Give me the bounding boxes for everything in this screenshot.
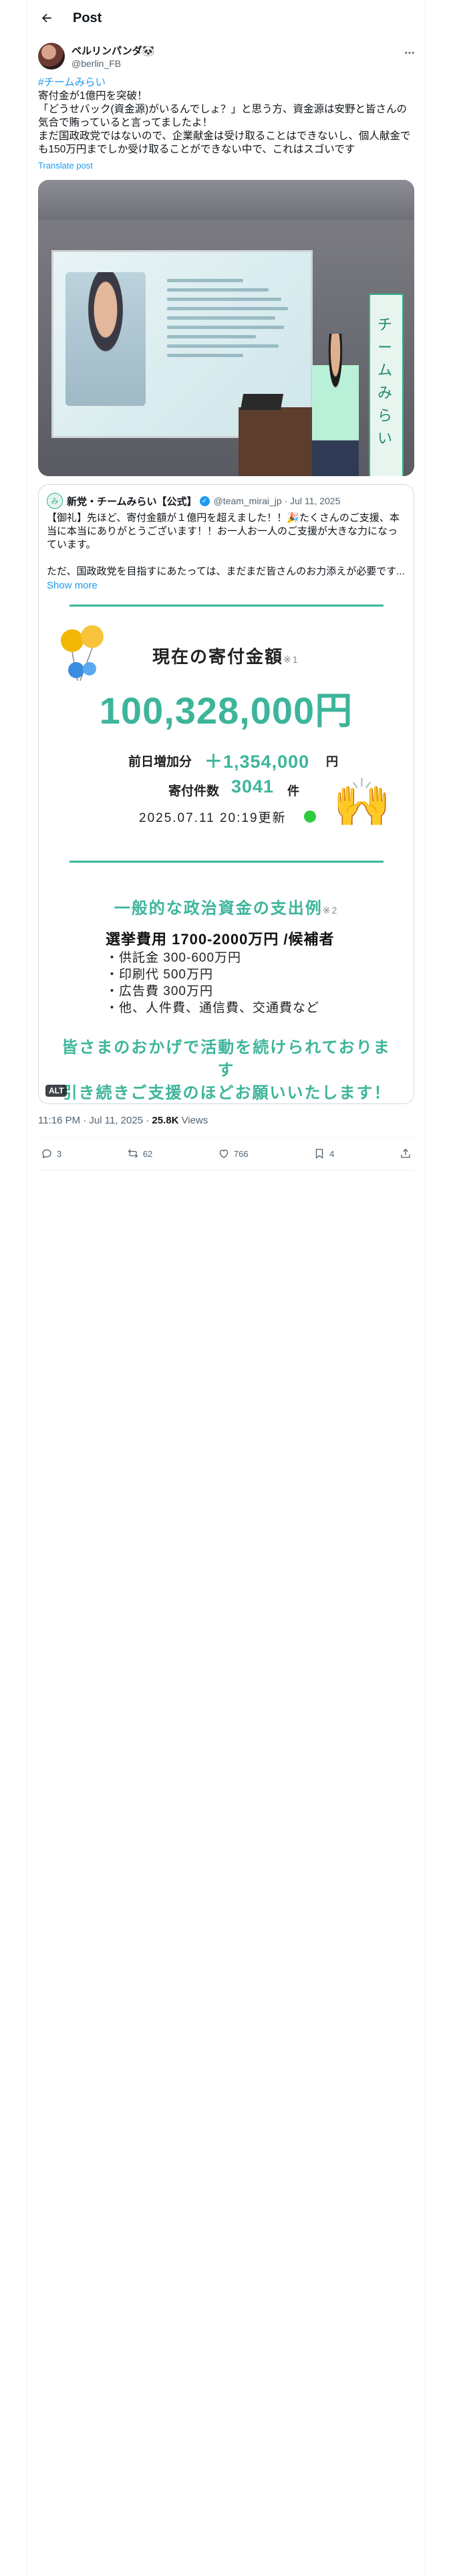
like-count: 766	[233, 1148, 249, 1159]
laptop	[240, 394, 284, 410]
like-button[interactable]: 766	[218, 1148, 249, 1160]
bookmark-icon	[315, 1148, 323, 1159]
title-footnote: ※1	[283, 654, 299, 665]
quoted-paragraph: ただ、国政政党を目指すにあたっては、まだまだ皆さんのお力添えが必要です...	[47, 566, 405, 577]
reply-count: 3	[57, 1148, 62, 1159]
quoted-avatar: み	[47, 493, 63, 509]
heart-icon	[219, 1150, 229, 1158]
author-handle[interactable]: @berlin_FB	[71, 58, 154, 69]
raised-hands-icon: 🙌	[333, 776, 392, 829]
speaker-person	[312, 334, 359, 476]
page-title: Post	[73, 10, 102, 25]
tweet-line: 寄付金が1億円を突破！	[38, 90, 148, 102]
status-dot	[304, 811, 316, 823]
donation-count-label: 寄付件数	[168, 784, 220, 798]
quoted-post-header: み 新党・チームみらい【公式】 ✓ @team_mirai_jp · Jul 1…	[39, 485, 414, 509]
tweet-line: 「どうせバック(資金源)がいるんでしょ？」と思う方、資金源は安野と皆さんの気合で…	[38, 104, 408, 128]
updated-timestamp: 2025.07.11 20:19更新	[139, 811, 287, 825]
donation-title: 現在の寄付金額※1	[152, 647, 299, 667]
donation-infographic[interactable]: 現在の寄付金額※1 100,328,000円 前日増加分 ＋1,354,000 …	[39, 595, 414, 1103]
share-button[interactable]	[400, 1148, 412, 1160]
thanks-line: す	[217, 1061, 235, 1079]
quoted-text: 【御礼】先ほど、寄付金額が１億円を超えました！！🎉たくさんのご支援、本当に本当に…	[39, 509, 414, 578]
right-border	[425, 0, 426, 2576]
reply-button[interactable]: 3	[41, 1148, 61, 1160]
donation-count-unit: 件	[287, 784, 299, 798]
post-timestamp: 11:16 PM · Jul 11, 2025 · 25.8K Views	[38, 1115, 208, 1126]
donation-amount: 100,328,000円	[99, 689, 353, 732]
quoted-handle-date: @team_mirai_jp · Jul 11, 2025	[213, 496, 341, 506]
thanks-message: 皆さまのおかげで活動を続けられておりま す 引き続きご支援のほどお願いいたします…	[39, 1037, 414, 1103]
avatar[interactable]	[38, 43, 65, 70]
top-bar: Post	[27, 0, 425, 36]
post-photo[interactable]: チームみらい	[38, 180, 414, 476]
expense-item: 印刷代 500万円	[106, 966, 319, 983]
tweet-line: まだ国政政党ではないので、企業献金は受け取ることはできないし、個人献金でも150…	[38, 130, 411, 155]
podium	[239, 407, 312, 476]
arrow-left-icon	[42, 13, 51, 23]
share-icon	[401, 1148, 410, 1158]
more-options-button[interactable]	[404, 47, 416, 62]
repost-button[interactable]: 62	[127, 1148, 152, 1160]
tweet-text: #チームみらい 寄付金が1億円を突破！ 「どうせバック(資金源)がいるんでしょ？…	[27, 70, 425, 156]
election-cost-heading: 選挙費用 1700-2000万円 /候補者	[106, 931, 335, 948]
expense-item: 供託金 300-600万円	[106, 950, 319, 966]
action-bar: 3 62 766 4	[27, 1138, 425, 1170]
divider-line	[69, 605, 384, 607]
views-count[interactable]: 25.8K	[152, 1115, 178, 1126]
screen-text-lines	[167, 279, 294, 363]
divider-line	[69, 861, 384, 863]
bookmark-button[interactable]: 4	[313, 1148, 334, 1160]
daily-increase-unit: 円	[326, 755, 338, 768]
expense-item: 広告費 300万円	[106, 983, 319, 1000]
donation-count-value: 3041	[231, 776, 275, 796]
expense-item: 他、人件費、通信費、交通費など	[106, 1000, 319, 1016]
expense-footnote: ※2	[322, 905, 339, 916]
expense-list: 供託金 300-600万円 印刷代 500万円 広告費 300万円 他、人件費、…	[106, 950, 319, 1016]
thanks-line: 皆さまのおかげで活動を続けられておりま	[61, 1039, 391, 1057]
quoted-post[interactable]: み 新党・チームみらい【公式】 ✓ @team_mirai_jp · Jul 1…	[38, 484, 414, 1104]
translate-post-link[interactable]: Translate post	[38, 160, 425, 171]
reply-icon	[42, 1149, 51, 1159]
verified-badge-icon: ✓	[199, 496, 210, 506]
repost-count: 62	[142, 1148, 153, 1159]
quoted-paragraph: 【御礼】先ほど、寄付金額が１億円を超えました！！🎉たくさんのご支援、本当に本当に…	[47, 512, 400, 550]
photo-ceiling	[38, 180, 414, 220]
author-row: ベルリンパンダ🐼 @berlin_FB	[27, 36, 425, 70]
repost-icon	[128, 1149, 138, 1158]
bookmark-count: 4	[329, 1148, 335, 1159]
show-more-link[interactable]: Show more	[39, 578, 414, 591]
post-column: Post ベルリンパンダ🐼 @berlin_FB #チームみらい 寄付金が1億円…	[27, 0, 425, 1170]
back-button[interactable]	[35, 7, 58, 29]
hashtag-link[interactable]: #チームみらい	[38, 76, 414, 90]
alt-text-badge[interactable]: ALT	[45, 1085, 67, 1097]
daily-increase-value: ＋1,354,000	[204, 752, 310, 772]
banner-text: チームみらい	[378, 316, 393, 447]
quoted-author-name: 新党・チームみらい【公式】	[67, 496, 197, 508]
balloons-icon	[61, 625, 104, 681]
thanks-line: 引き続きご支援のほどお願いいたします！	[61, 1084, 392, 1102]
expense-title: 一般的な政治資金の支出例※2	[114, 899, 339, 918]
ellipsis-icon	[405, 51, 414, 54]
screen-portrait	[65, 272, 146, 406]
author-display-name[interactable]: ベルリンパンダ🐼	[71, 43, 154, 58]
daily-increase-label: 前日増加分	[128, 755, 192, 769]
